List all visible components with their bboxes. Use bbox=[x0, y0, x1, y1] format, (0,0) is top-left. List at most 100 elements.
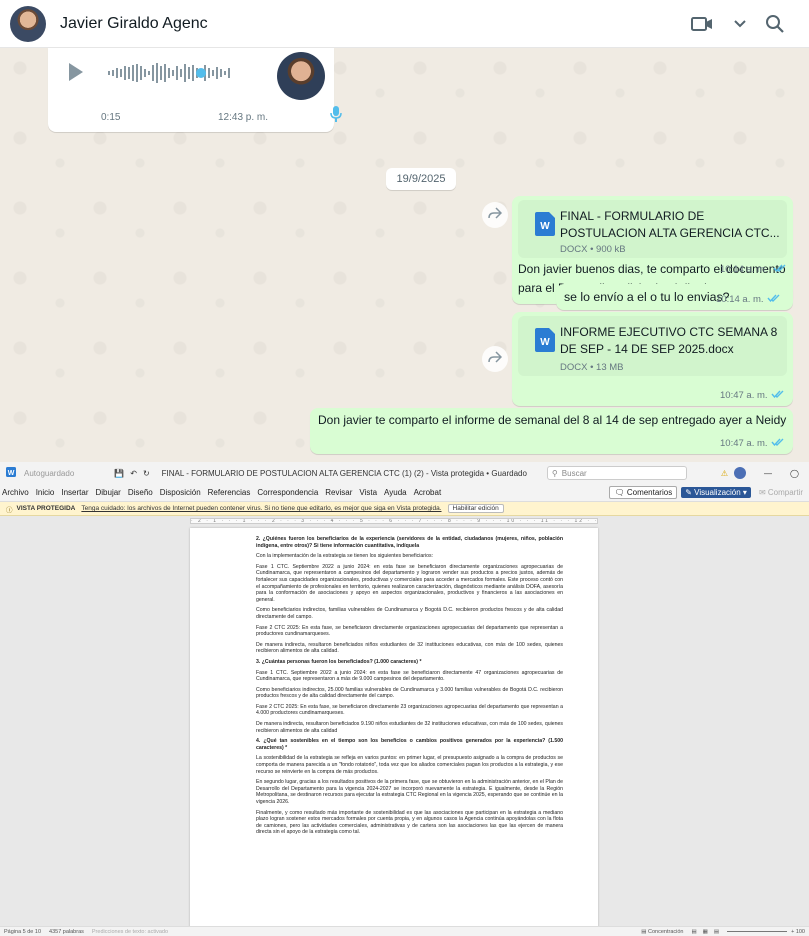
focus-label: Concentración bbox=[648, 928, 684, 935]
protected-message[interactable]: Tenga cuidado: los archivos de Internet … bbox=[81, 505, 441, 512]
enable-editing-button[interactable]: Habilitar edición bbox=[447, 504, 504, 513]
audio-message[interactable]: 0:15 12:43 p. m. bbox=[48, 48, 342, 132]
save-icon[interactable]: 💾 bbox=[114, 469, 124, 478]
message-text: se lo envío a el o tu lo envias? bbox=[564, 290, 730, 304]
word-title-bar: W Autoguardado 💾 ↶ ↻ FINAL - FORMULARIO … bbox=[0, 462, 809, 484]
user-avatar[interactable] bbox=[734, 467, 747, 479]
paragraph: 3. ¿Cuántas personas fueron los benefici… bbox=[256, 658, 422, 665]
contact-avatar[interactable] bbox=[10, 5, 46, 42]
search-box[interactable]: ⚲ Buscar bbox=[546, 466, 687, 480]
message-time: 10:47 a. m. bbox=[720, 438, 785, 449]
message-time: 10:14 a. m. bbox=[720, 264, 787, 275]
menu-ayuda[interactable]: Ayuda bbox=[384, 488, 407, 497]
message-text: Don javier te comparto el informe de sem… bbox=[318, 413, 787, 427]
play-icon[interactable] bbox=[68, 62, 84, 87]
forward-button[interactable] bbox=[482, 202, 508, 228]
ruler-scale: · 2 · 1 · · · 1 · · · 2 · · · 3 · · · 4 … bbox=[190, 518, 598, 524]
paragraph: 4. ¿Qué tan sostenibles en el tiempo son… bbox=[256, 738, 563, 751]
time-label: 10:14 a. m. bbox=[720, 264, 768, 276]
menu-disposicion[interactable]: Disposición bbox=[160, 488, 201, 497]
read-ticks-icon bbox=[770, 390, 785, 401]
comments-button[interactable]: 🗨 Comentarios bbox=[609, 486, 678, 499]
paragraph: La sostenibilidad de la estrategia se re… bbox=[256, 755, 563, 775]
document-meta: DOCX • 13 MB bbox=[560, 362, 624, 373]
undo-icon[interactable]: ↶ bbox=[130, 469, 137, 478]
chat-area[interactable]: 0:15 12:43 p. m. 19/9/2025 W FINAL - FOR… bbox=[0, 48, 809, 462]
menu-acrobat[interactable]: Acrobat bbox=[414, 488, 442, 497]
word-app-icon: W bbox=[6, 467, 16, 479]
paragraph: Como beneficiarios indirectos, familias … bbox=[256, 607, 563, 620]
menu-correspondencia[interactable]: Correspondencia bbox=[257, 488, 318, 497]
paragraph: Fase 2 CTC 2025: En esta fase, se benefi… bbox=[256, 703, 563, 717]
minimize-icon[interactable]: — bbox=[764, 469, 772, 478]
autosave-label[interactable]: Autoguardado bbox=[24, 469, 74, 478]
chat-header: Javier Giraldo Agenc bbox=[0, 0, 809, 48]
document-card[interactable]: W INFORME EJECUTIVO CTC SEMANA 8 DE SEP … bbox=[518, 316, 787, 376]
share-button[interactable]: ✉ Compartir bbox=[755, 487, 807, 498]
focus-button[interactable]: ▤ Concentración bbox=[641, 929, 683, 935]
document-page[interactable]: 2. ¿Quiénes fueron los beneficiarios de … bbox=[190, 528, 598, 928]
text-predictions[interactable]: Predicciones de texto: activado bbox=[92, 929, 168, 935]
web-layout-icon[interactable]: ▤ bbox=[714, 929, 719, 935]
zoom-level[interactable]: + 100 bbox=[791, 929, 805, 935]
document-card[interactable]: W FINAL - FORMULARIO DE POSTULACION ALTA… bbox=[518, 200, 787, 258]
info-icon: ⓘ bbox=[6, 506, 13, 514]
document-message[interactable]: W INFORME EJECUTIVO CTC SEMANA 8 DE SEP … bbox=[512, 312, 793, 406]
paragraph: En segundo lugar, gracias a los resultad… bbox=[256, 779, 563, 805]
read-mode-icon[interactable]: ▤ bbox=[691, 929, 696, 935]
document-title-line1: INFORME EJECUTIVO CTC SEMANA 8 bbox=[560, 325, 778, 339]
paragraph: De manera indirecta, resultaron benefici… bbox=[256, 641, 563, 655]
chevron-down-icon[interactable] bbox=[733, 19, 747, 29]
page-count[interactable]: Página 5 de 10 bbox=[4, 929, 41, 935]
forward-button[interactable] bbox=[482, 346, 508, 372]
search-placeholder: Buscar bbox=[561, 468, 587, 478]
paragraph: Fase 1 CTC. Septiembre 2022 a junio 2024… bbox=[256, 669, 563, 683]
word-doc-icon: W bbox=[535, 212, 555, 236]
view-button[interactable]: ✎ Visualización ▾ bbox=[681, 487, 751, 498]
paragraph: Como beneficiarios indirectos, 25.000 fa… bbox=[256, 686, 563, 700]
zoom-slider[interactable] bbox=[727, 931, 788, 932]
word-window: W Autoguardado 💾 ↶ ↻ FINAL - FORMULARIO … bbox=[0, 462, 809, 936]
text-message[interactable]: Don javier te comparto el informe de sem… bbox=[310, 408, 793, 454]
print-layout-icon[interactable]: ▦ bbox=[703, 929, 708, 935]
paragraph: Fase 1 CTC. Septiembre 2022 a junio 2024… bbox=[256, 563, 563, 603]
paragraph: Fase 2 CTC 2025: En esta fase, se benefi… bbox=[256, 624, 563, 638]
redo-icon[interactable]: ↻ bbox=[143, 469, 150, 478]
paragraph: Finalmente, y como resultado más importa… bbox=[256, 809, 563, 836]
menu-insertar[interactable]: Insertar bbox=[61, 488, 88, 497]
message-time: 10:47 a. m. bbox=[720, 390, 785, 401]
menu-archivo[interactable]: Archivo bbox=[2, 488, 29, 497]
status-bar: Página 5 de 10 4357 palabras Prediccione… bbox=[0, 926, 809, 936]
menu-vista[interactable]: Vista bbox=[359, 488, 377, 497]
paragraph: De manera indirecta, resultaron benefici… bbox=[256, 721, 563, 734]
video-call-icon[interactable] bbox=[691, 15, 715, 33]
menu-diseno[interactable]: Diseño bbox=[128, 488, 153, 497]
menu-revisar[interactable]: Revisar bbox=[325, 488, 352, 497]
menu-inicio[interactable]: Inicio bbox=[36, 488, 55, 497]
menu-referencias[interactable]: Referencias bbox=[208, 488, 251, 497]
document-meta: DOCX • 900 kB bbox=[560, 244, 626, 255]
message-time: 10:14 a. m. bbox=[716, 294, 781, 305]
contact-name[interactable]: Javier Giraldo Agenc bbox=[60, 15, 208, 33]
read-ticks-icon bbox=[766, 294, 781, 305]
protected-label: VISTA PROTEGIDA bbox=[16, 505, 76, 512]
sender-avatar bbox=[277, 52, 325, 100]
document-title-line2: POSTULACION ALTA GERENCIA CTC... bbox=[560, 226, 780, 240]
ribbon-menu: Archivo Inicio Insertar Dibujar Diseño D… bbox=[0, 484, 809, 502]
time-label: 10:47 a. m. bbox=[720, 438, 768, 450]
word-count[interactable]: 4357 palabras bbox=[49, 929, 84, 935]
search-icon[interactable] bbox=[765, 14, 785, 34]
restore-icon[interactable]: ◯ bbox=[790, 469, 799, 478]
waveform-icon[interactable] bbox=[106, 60, 266, 91]
protected-view-bar: ⓘ VISTA PROTEGIDA Tenga cuidado: los arc… bbox=[0, 502, 809, 516]
date-separator: 19/9/2025 bbox=[386, 168, 456, 190]
forward-icon bbox=[488, 350, 503, 368]
time-label: 10:14 a. m. bbox=[716, 294, 764, 306]
text-message[interactable]: se lo envío a el o tu lo envias? 10:14 a… bbox=[556, 284, 793, 310]
read-ticks-icon bbox=[770, 438, 785, 449]
menu-dibujar[interactable]: Dibujar bbox=[96, 488, 121, 497]
search-icon: ⚲ bbox=[551, 468, 558, 478]
warning-icon[interactable]: ⚠ bbox=[721, 469, 728, 478]
ruler[interactable]: · 2 · 1 · · · 1 · · · 2 · · · 3 · · · 4 … bbox=[0, 516, 809, 526]
svg-text:W: W bbox=[8, 470, 15, 477]
